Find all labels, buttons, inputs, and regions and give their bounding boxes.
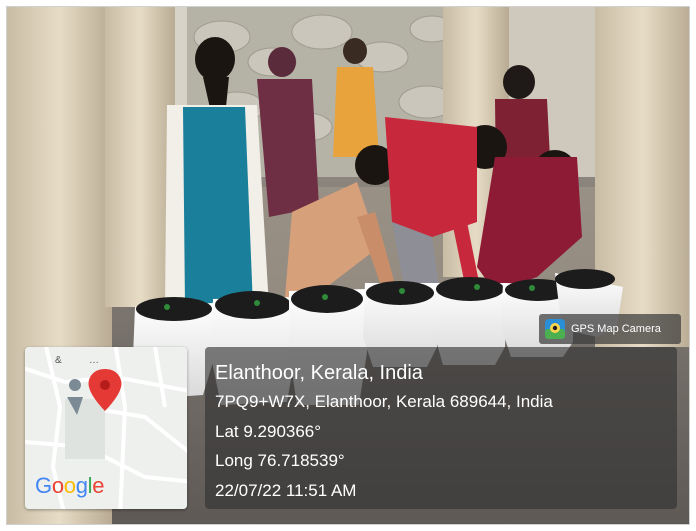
gps-map-camera-icon — [545, 319, 565, 339]
map-thumbnail: & … Google — [25, 347, 187, 509]
gps-map-camera-badge: GPS Map Camera — [539, 314, 681, 344]
place-name: Elanthoor, Kerala, India — [215, 362, 423, 384]
svg-text:…: … — [89, 355, 99, 366]
google-logo: Google — [35, 473, 105, 498]
date-time: 22/07/22 11:51 AM — [215, 480, 357, 500]
svg-text:&: & — [55, 355, 62, 366]
photo-frame: GPS Map Camera & … Google Elanthoor, Ker… — [6, 6, 690, 525]
latitude: Lat 9.290366° — [215, 421, 322, 441]
location-info-panel: Elanthoor, Kerala, India 7PQ9+W7X, Elant… — [205, 347, 677, 509]
badge-label: GPS Map Camera — [571, 323, 661, 335]
full-address: 7PQ9+W7X, Elanthoor, Kerala 689644, Indi… — [215, 392, 553, 411]
longitude: Long 76.718539° — [215, 451, 345, 470]
